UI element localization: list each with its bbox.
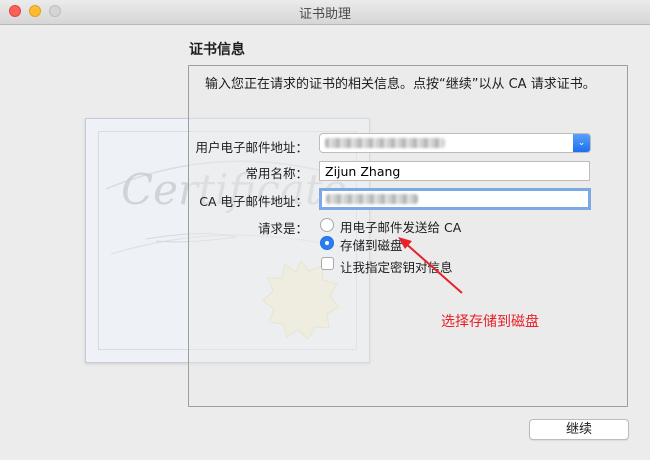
annotation-text: 选择存储到磁盘 bbox=[441, 314, 539, 330]
annotation-arrow bbox=[398, 237, 463, 294]
continue-button[interactable]: 继续 bbox=[529, 419, 629, 440]
certificate-assistant-window: 证书助理 Certificate 证书信息 输入您正在请求的证书的相关信息。点按… bbox=[0, 0, 650, 460]
